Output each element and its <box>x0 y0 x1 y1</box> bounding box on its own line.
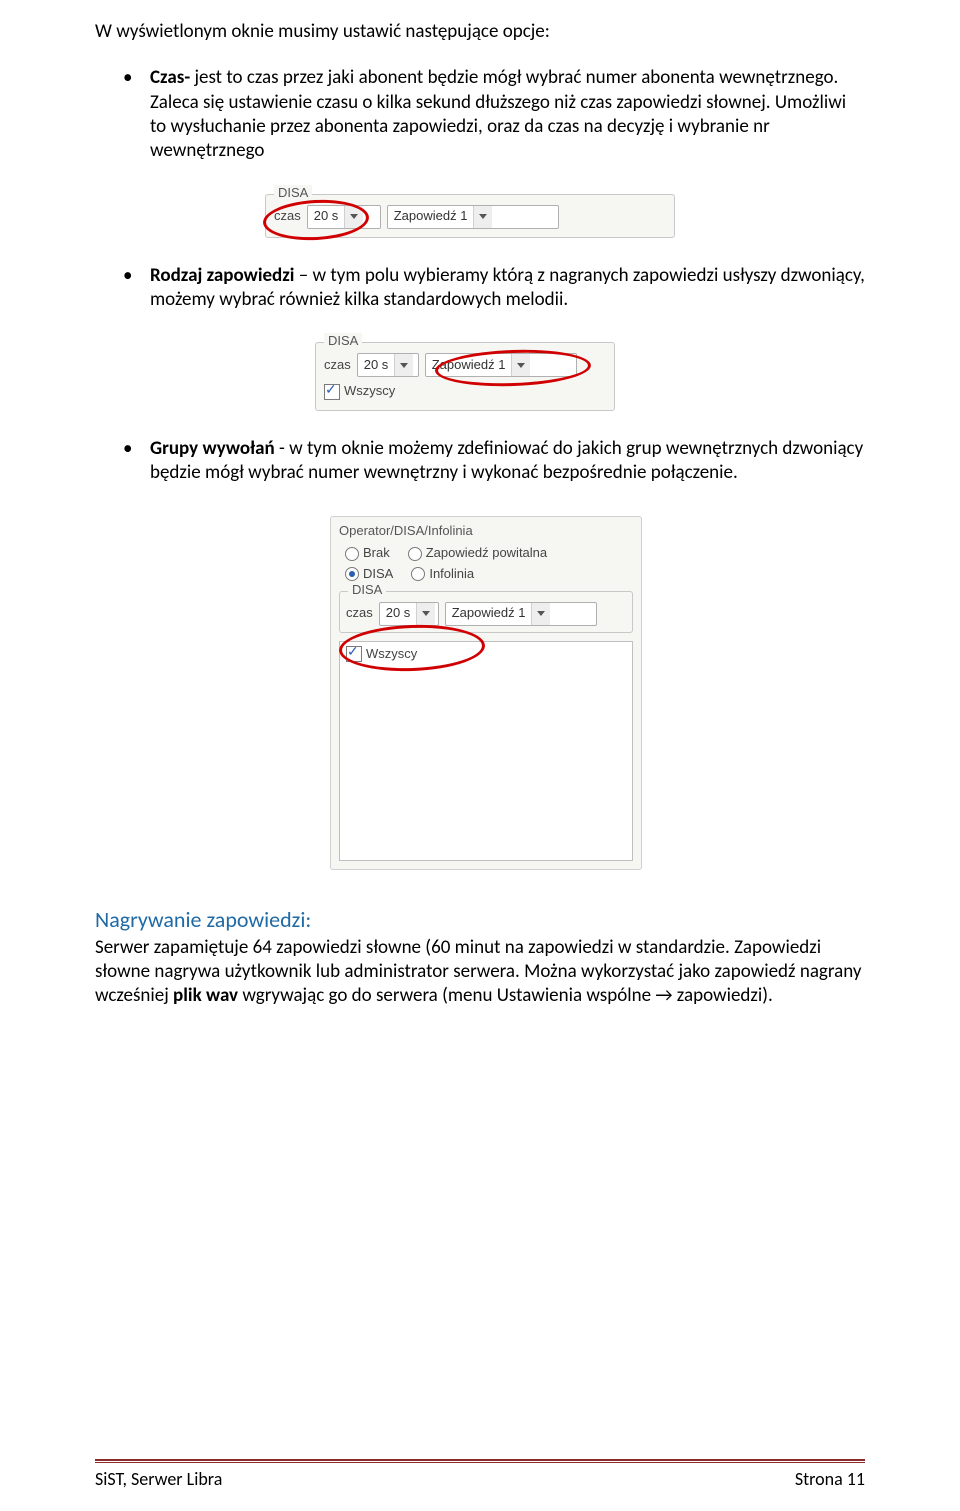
bullet-czas-lead: Czas- <box>150 66 190 89</box>
zapowiedz-value-1: Zapowiedź 1 <box>388 208 474 225</box>
zapowiedz-value-2: Zapowiedź 1 <box>426 357 512 374</box>
screenshot-1: DISA czas 20 s Zapowiedź 1 <box>265 194 675 238</box>
options-list-2: Rodzaj zapowiedzi – w tym polu wybieramy… <box>95 264 865 313</box>
radio-zap-powitalna-label: Zapowiedź powitalna <box>426 545 547 562</box>
bullet-rodzaj-lead: Rodzaj zapowiedzi <box>150 264 294 287</box>
recording-text-b: wgrywając go do serwera (menu Ustawienia… <box>238 984 773 1007</box>
chevron-down-icon <box>531 603 550 625</box>
screenshot-3: Operator/DISA/Infolinia Brak Zapowiedź p… <box>330 516 642 870</box>
footer: SiST, Serwer Libra Strona 11 <box>95 1468 865 1491</box>
radio-brak-label: Brak <box>363 545 390 562</box>
operator-group-title: Operator/DISA/Infolinia <box>331 517 641 544</box>
checkbox-icon <box>346 646 362 662</box>
radio-zapowiedz-powitalna[interactable]: Zapowiedź powitalna <box>408 545 547 562</box>
czas-label-1: czas <box>274 208 301 225</box>
zapowiedz-combo-2[interactable]: Zapowiedź 1 <box>425 353 577 377</box>
bullet-rodzaj: Rodzaj zapowiedzi – w tym polu wybieramy… <box>95 264 865 313</box>
disa-fieldset-3: DISA czas 20 s Zapowiedź 1 <box>339 591 633 633</box>
recording-bold: plik wav <box>173 984 238 1007</box>
czas-value-1: 20 s <box>308 208 345 225</box>
options-list-3: Grupy wywołań - w tym oknie możemy zdefi… <box>95 437 865 486</box>
bullet-czas-text: jest to czas przez jaki abonent będzie m… <box>150 66 846 162</box>
footer-left: SiST, Serwer Libra <box>95 1468 222 1491</box>
bullet-grupy-lead: Grupy wywołań <box>150 437 275 460</box>
chevron-down-icon <box>473 206 492 228</box>
chevron-down-icon <box>416 603 435 625</box>
wszyscy-checkbox-row-2[interactable]: Wszyscy <box>324 383 395 400</box>
radio-brak[interactable]: Brak <box>345 545 390 562</box>
czas-combo-1[interactable]: 20 s <box>307 205 381 229</box>
radio-disa[interactable]: DISA <box>345 566 393 583</box>
page: W wyświetlonym oknie musimy ustawić nast… <box>0 0 960 1511</box>
chevron-down-icon <box>344 206 363 228</box>
radio-infolinia-label: Infolinia <box>429 566 474 583</box>
czas-value-3: 20 s <box>380 605 417 622</box>
radio-icon <box>345 567 359 581</box>
intro-paragraph: W wyświetlonym oknie musimy ustawić nast… <box>95 20 865 44</box>
recording-paragraph: Serwer zapamiętuje 64 zapowiedzi słowne … <box>95 936 865 1009</box>
disa-row-3: czas 20 s Zapowiedź 1 <box>346 602 626 626</box>
bullet-grupy: Grupy wywołań - w tym oknie możemy zdefi… <box>95 437 865 486</box>
zapowiedz-combo-3[interactable]: Zapowiedź 1 <box>445 602 597 626</box>
radio-icon <box>411 567 425 581</box>
zapowiedz-combo-1[interactable]: Zapowiedź 1 <box>387 205 559 229</box>
disa-row-1: czas 20 s Zapowiedź 1 <box>274 205 666 229</box>
radio-icon <box>345 547 359 561</box>
zapowiedz-value-3: Zapowiedź 1 <box>446 605 532 622</box>
disa-legend-3: DISA <box>348 582 386 599</box>
disa-legend-2: DISA <box>324 333 362 350</box>
bullet-czas: Czas- jest to czas przez jaki abonent bę… <box>95 66 865 163</box>
footer-right: Strona 11 <box>795 1468 865 1491</box>
czas-value-2: 20 s <box>358 357 395 374</box>
screenshot-3-wrap: Operator/DISA/Infolinia Brak Zapowiedź p… <box>95 516 865 870</box>
radio-icon <box>408 547 422 561</box>
recording-heading: Nagrywanie zapowiedzi: <box>95 906 865 934</box>
disa-row-2: czas 20 s Zapowiedź 1 <box>324 353 606 377</box>
radio-infolinia[interactable]: Infolinia <box>411 566 474 583</box>
screenshot-2: DISA czas 20 s Zapowiedź 1 Wszyscy <box>315 342 615 411</box>
chevron-down-icon <box>394 354 413 376</box>
radio-row-1: Brak Zapowiedź powitalna <box>331 543 641 564</box>
checkbox-icon <box>324 384 340 400</box>
groups-listbox[interactable]: Wszyscy <box>339 641 633 861</box>
screenshot-1-wrap: DISA czas 20 s Zapowiedź 1 <box>95 194 865 238</box>
czas-label-3: czas <box>346 605 373 622</box>
disa-legend-1: DISA <box>274 185 312 202</box>
radio-disa-label: DISA <box>363 566 393 583</box>
czas-label-2: czas <box>324 357 351 374</box>
disa-fieldset-2: DISA czas 20 s Zapowiedź 1 Wszyscy <box>315 342 615 411</box>
disa-fieldset-1: DISA czas 20 s Zapowiedź 1 <box>265 194 675 238</box>
chevron-down-icon <box>511 354 530 376</box>
wszyscy-label-2: Wszyscy <box>344 383 395 400</box>
footer-rule <box>95 1459 865 1463</box>
wszyscy-label-3: Wszyscy <box>366 646 417 663</box>
czas-combo-2[interactable]: 20 s <box>357 353 419 377</box>
screenshot-2-wrap: DISA czas 20 s Zapowiedź 1 Wszyscy <box>95 342 865 411</box>
options-list: Czas- jest to czas przez jaki abonent bę… <box>95 66 865 163</box>
czas-combo-3[interactable]: 20 s <box>379 602 439 626</box>
wszyscy-checkbox-row-3[interactable]: Wszyscy <box>346 646 417 663</box>
